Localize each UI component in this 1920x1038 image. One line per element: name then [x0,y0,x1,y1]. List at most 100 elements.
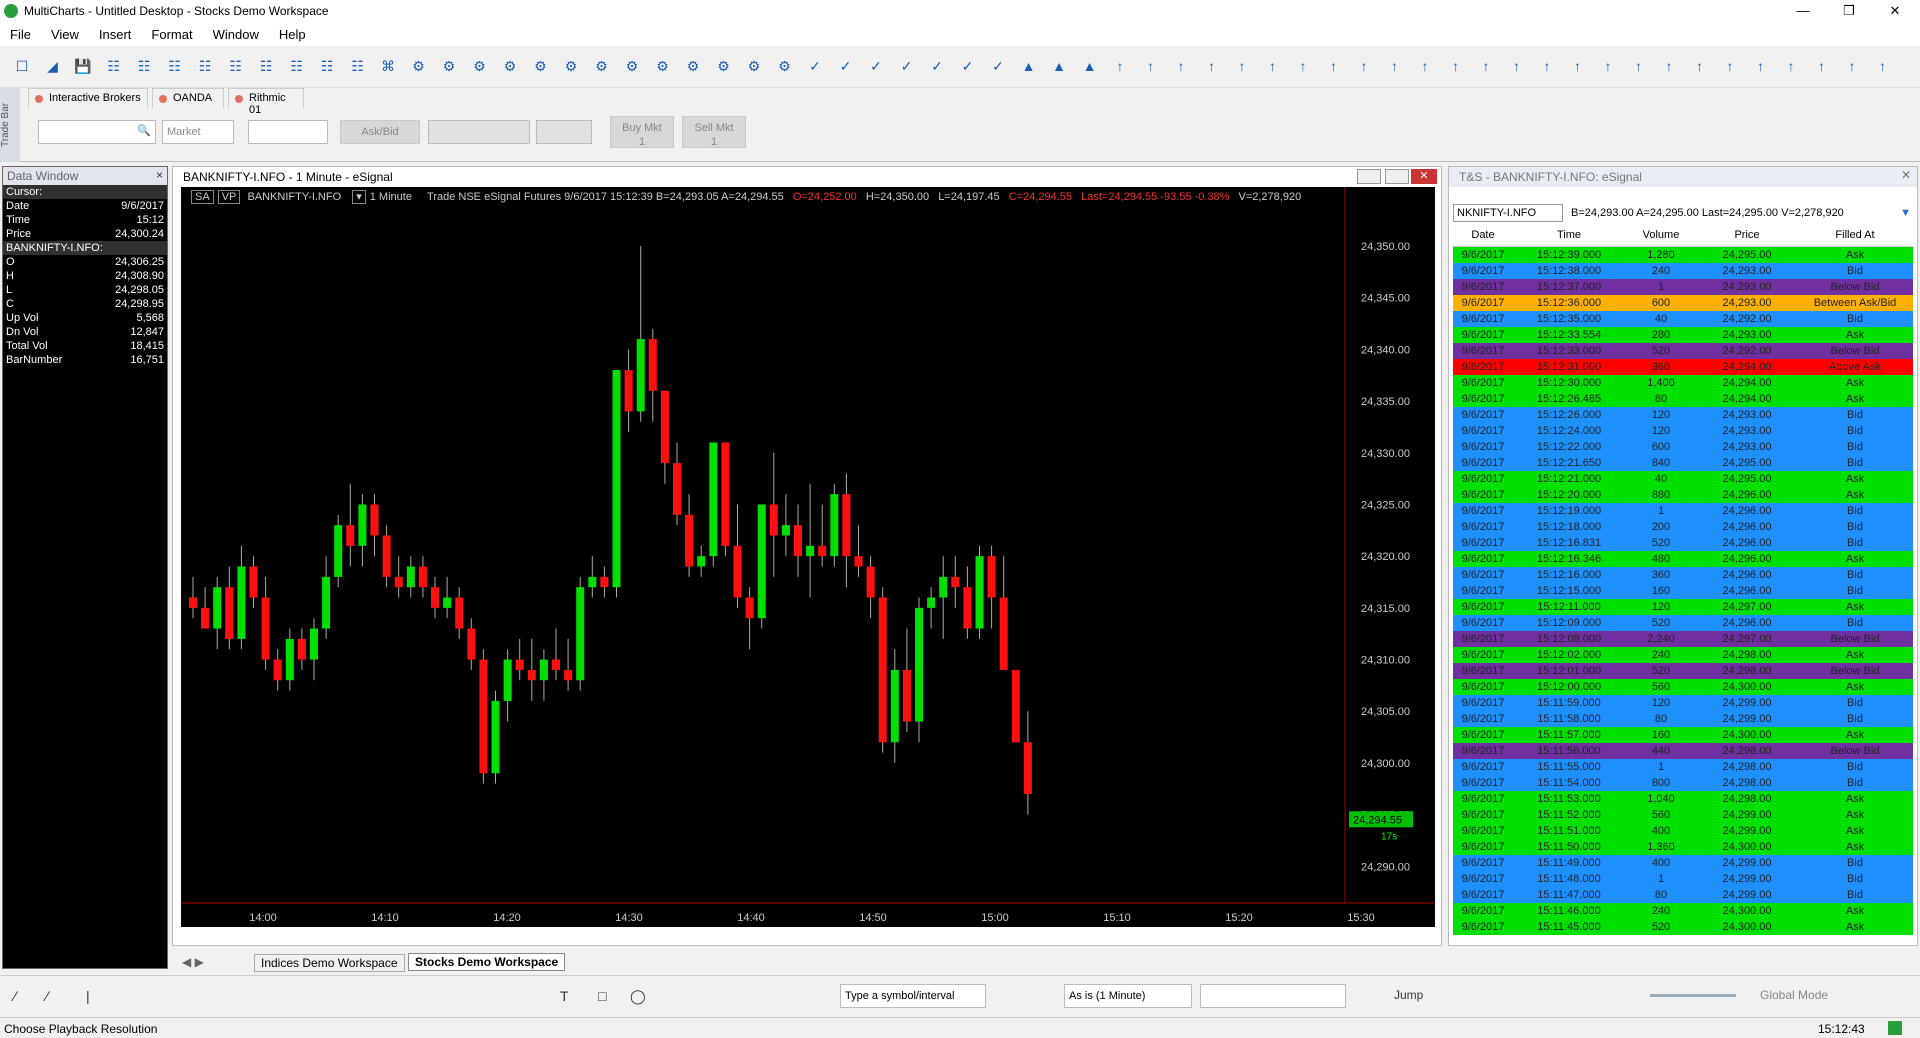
toolbar-tool-icon[interactable]: ↑ [1507,56,1527,76]
ts-row[interactable]: 9/6/2017 15:11:53.000 1,040 24,298.00 Ask [1453,791,1913,807]
ts-row[interactable]: 9/6/2017 15:12:31.000 360 24,294.00 Above As… [1453,359,1913,375]
filter-icon[interactable]: ▼ [1900,207,1911,219]
tab-nav-icon[interactable]: ◀ ▶ [182,955,204,969]
ts-row[interactable]: 9/6/2017 15:12:21.650 840 24,295.00 Bid [1453,455,1913,471]
minimize-icon[interactable] [1357,169,1381,184]
ts-row[interactable]: 9/6/2017 15:12:20.000 880 24,296.00 Ask [1453,487,1913,503]
price-chart[interactable]: 24,290.0024,295.0024,300.0024,305.0024,3… [181,187,1435,927]
toolbar-tool-icon[interactable]: ⚙ [714,56,734,76]
ts-row[interactable]: 9/6/2017 15:11:56.000 440 24,298.00 Below Bi… [1453,743,1913,759]
sell-market-button[interactable]: Sell Mkt 1 [682,116,746,148]
broker-tab-interactive-brokers[interactable]: Interactive Brokers [28,88,148,108]
toolbar-tool-icon[interactable]: ☷ [226,56,246,76]
ts-row[interactable]: 9/6/2017 15:11:54.000 800 24,298.00 Bid [1453,775,1913,791]
menu-insert[interactable]: Insert [99,27,132,42]
close-icon[interactable]: ✕ [1901,168,1911,182]
ts-row[interactable]: 9/6/2017 15:12:16.831 520 24,296.00 Bid [1453,535,1913,551]
ts-row[interactable]: 9/6/2017 15:12:16.346 480 24,296.00 Ask [1453,551,1913,567]
toolbar-tool-icon[interactable]: ↑ [1690,56,1710,76]
col-price[interactable]: Price [1697,229,1797,246]
toolbar-tool-icon[interactable]: ☷ [134,56,154,76]
ellipse-icon[interactable]: ◯ [630,988,646,1005]
toolbar-tool-icon[interactable]: ↑ [1568,56,1588,76]
ts-row[interactable]: 9/6/2017 15:12:08.000 2,240 24,297.00 Below … [1453,631,1913,647]
toolbar-tool-icon[interactable]: ⚙ [531,56,551,76]
toolbar-tool-icon[interactable]: ↑ [1842,56,1862,76]
toolbar-tool-icon[interactable]: ↑ [1171,56,1191,76]
toolbar-tool-icon[interactable]: ⚙ [592,56,612,76]
toolbar-tool-icon[interactable]: ↑ [1202,56,1222,76]
toolbar-tool-icon[interactable]: ↑ [1873,56,1893,76]
toolbar-tool-icon[interactable]: ↑ [1812,56,1832,76]
toolbar-tool-icon[interactable]: ↑ [1537,56,1557,76]
ask-bid-button[interactable]: Ask/Bid [340,120,420,144]
ts-row[interactable]: 9/6/2017 15:12:16.000 360 24,296.00 Bid [1453,567,1913,583]
ts-row[interactable]: 9/6/2017 15:11:52.000 560 24,299.00 Ask [1453,807,1913,823]
toolbar-tool-icon[interactable]: ⚙ [500,56,520,76]
toolbar-tool-icon[interactable]: ⌘ [378,56,398,76]
ts-row[interactable]: 9/6/2017 15:12:24.000 120 24,293.00 Bid [1453,423,1913,439]
symbol-search-input[interactable]: 🔍 [38,120,156,144]
toolbar-tool-icon[interactable]: ✓ [988,56,1008,76]
toolbar-tool-icon[interactable]: ✓ [958,56,978,76]
toolbar-tool-icon[interactable]: ↑ [1659,56,1679,76]
quantity-stepper[interactable] [248,120,328,144]
minimize-button[interactable]: — [1780,0,1826,22]
toolbar-tool-icon[interactable]: ✓ [805,56,825,76]
interval-menu[interactable]: ▾ [352,190,366,204]
toolbar-tool-icon[interactable]: ⚙ [622,56,642,76]
toolbar-tool-icon[interactable]: 💾 [73,56,93,76]
toolbar-tool-icon[interactable]: ↑ [1141,56,1161,76]
ts-row[interactable]: 9/6/2017 15:12:26.485 80 24,294.00 Ask [1453,391,1913,407]
ts-row[interactable]: 9/6/2017 15:12:11.000 120 24,297.00 Ask [1453,599,1913,615]
ts-row[interactable]: 9/6/2017 15:12:09.000 520 24,296.00 Bid [1453,615,1913,631]
toolbar-tool-icon[interactable]: ▲ [1019,56,1039,76]
toolbar-tool-icon[interactable]: ⚙ [683,56,703,76]
toolbar-tool-icon[interactable]: ✓ [927,56,947,76]
toolbar-tool-icon[interactable]: ▲ [1080,56,1100,76]
menu-window[interactable]: Window [213,27,259,42]
ts-row[interactable]: 9/6/2017 15:12:30.000 1,400 24,294.00 Ask [1453,375,1913,391]
candlestick-chart[interactable]: 24,290.0024,295.0024,300.0024,305.0024,3… [181,187,1435,927]
menu-view[interactable]: View [51,27,79,42]
toolbar-tool-icon[interactable]: ⚙ [653,56,673,76]
ts-row[interactable]: 9/6/2017 15:11:58.000 80 24,299.00 Bid [1453,711,1913,727]
ts-row[interactable]: 9/6/2017 15:11:57.000 160 24,300.00 Ask [1453,727,1913,743]
tab-indices-workspace[interactable]: Indices Demo Workspace [254,954,405,972]
toolbar-tool-icon[interactable]: ☷ [165,56,185,76]
ts-row[interactable]: 9/6/2017 15:11:48.000 1 24,299.00 Bid [1453,871,1913,887]
ts-row[interactable]: 9/6/2017 15:11:45.000 520 24,300.00 Ask [1453,919,1913,935]
toolbar-tool-icon[interactable]: ↑ [1293,56,1313,76]
trendline-icon[interactable]: ∕ [14,988,16,1004]
ts-row[interactable]: 9/6/2017 15:12:18.000 200 24,296.00 Bid [1453,519,1913,535]
col-time[interactable]: Time [1513,229,1625,246]
ts-symbol-input[interactable]: NKNIFTY-I.NFO [1453,204,1563,222]
global-mode-button[interactable]: Global Mode [1760,988,1828,1002]
ts-row[interactable]: 9/6/2017 15:12:15.000 160 24,296.00 Bid [1453,583,1913,599]
ts-row[interactable]: 9/6/2017 15:12:38.000 240 24,293.00 Bid [1453,263,1913,279]
toolbar-tool-icon[interactable]: ⚙ [744,56,764,76]
ts-row[interactable]: 9/6/2017 15:12:33.000 520 24,292.00 Below Bi… [1453,343,1913,359]
toolbar-tool-icon[interactable]: ⚙ [775,56,795,76]
ts-row[interactable]: 9/6/2017 15:12:36.000 600 24,293.00 Between … [1453,295,1913,311]
ts-row[interactable]: 9/6/2017 15:12:39.000 1,280 24,295.00 Ask [1453,247,1913,263]
toolbar-tool-icon[interactable]: ▲ [1049,56,1069,76]
col-filled-at[interactable]: Filled At [1797,229,1913,246]
toolbar-tool-icon[interactable]: ↑ [1751,56,1771,76]
vp-button[interactable]: VP [217,190,241,204]
toolbar-tool-icon[interactable]: ✓ [866,56,886,76]
ts-row[interactable]: 9/6/2017 15:12:21.000 40 24,295.00 Ask [1453,471,1913,487]
menu-help[interactable]: Help [279,27,306,42]
speed-slider[interactable] [1650,994,1736,997]
ts-row[interactable]: 9/6/2017 15:12:35.000 40 24,292.00 Bid [1453,311,1913,327]
symbol-interval-input[interactable]: Type a symbol/interval [840,984,986,1008]
toolbar-tool-icon[interactable]: ☐ [12,56,32,76]
rectangle-icon[interactable]: □ [598,988,606,1004]
ray-icon[interactable]: ∕ [46,988,48,1004]
ts-row[interactable]: 9/6/2017 15:12:33.554 280 24,293.00 Ask [1453,327,1913,343]
toolbar-tool-icon[interactable]: ↑ [1385,56,1405,76]
toolbar-tool-icon[interactable]: ☷ [256,56,276,76]
ts-row[interactable]: 9/6/2017 15:11:50.000 1,360 24,300.00 Ask [1453,839,1913,855]
menu-format[interactable]: Format [151,27,192,42]
close-button[interactable]: ✕ [1872,0,1918,22]
